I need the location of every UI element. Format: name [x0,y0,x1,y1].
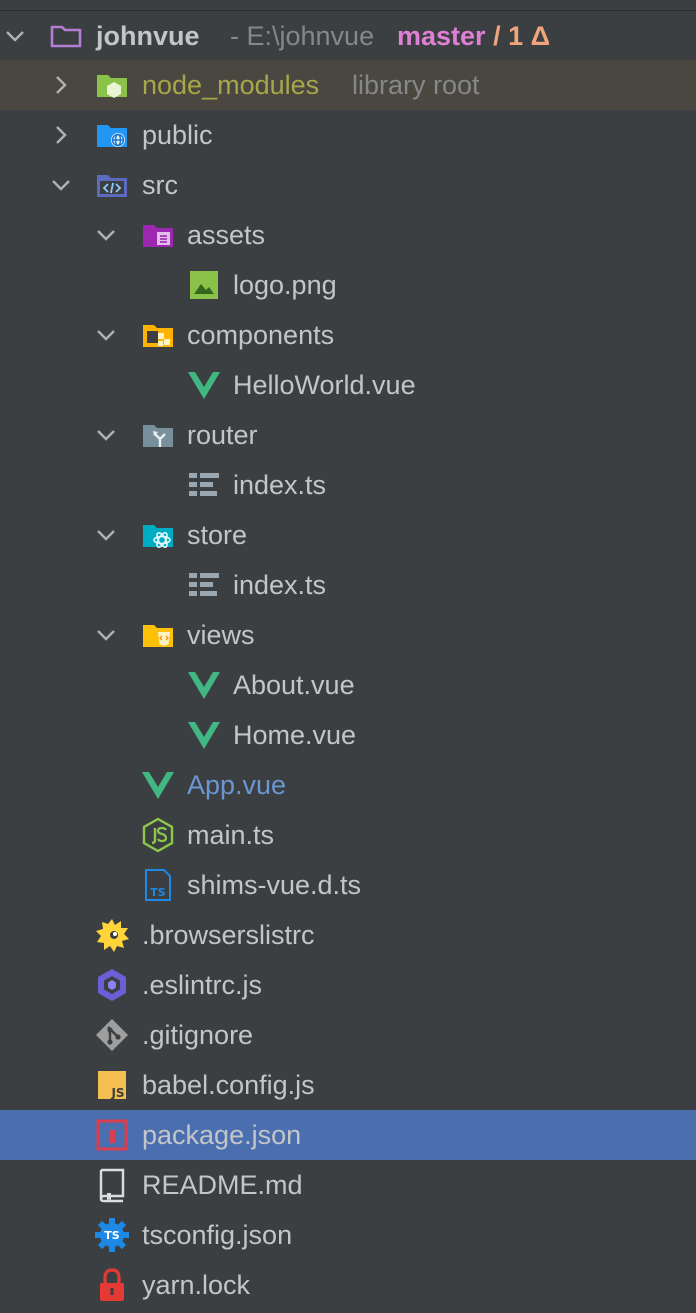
assets-label: assets [187,220,266,250]
router-folder-icon [140,417,176,453]
tree-row-assets[interactable]: assets [0,210,696,260]
src-folder-icon [94,167,130,203]
tree-row-store[interactable]: store [0,510,696,560]
node-modules-label: node_modules [142,70,320,100]
main-ts-label: main.ts [187,820,275,850]
tree-row-readme-md[interactable]: README.md [0,1160,696,1210]
tree-row-shims-vue-d-ts[interactable]: TS shims-vue.d.ts [0,860,696,910]
assets-folder-icon [140,217,176,253]
router-index-label: index.ts [233,470,327,500]
store-folder-icon [140,517,176,553]
tree-row-browserslistrc[interactable]: .browserslistrc [0,910,696,960]
browserslistrc-label: .browserslistrc [142,920,315,950]
chevron-right-icon[interactable] [50,74,72,96]
tree-row-eslintrc-js[interactable]: .eslintrc.js [0,960,696,1010]
store-index-label: index.ts [233,570,327,600]
eslintrc-label: .eslintrc.js [142,970,263,1000]
tree-row-babel-config-js[interactable]: JS babel.config.js [0,1060,696,1110]
tree-row-home-vue[interactable]: Home.vue [0,710,696,760]
readme-label: README.md [142,1170,303,1200]
tree-row-router-index-ts[interactable]: index.ts [0,460,696,510]
yarn-lock-label: yarn.lock [142,1270,251,1300]
tree-row-store-index-ts[interactable]: index.ts [0,560,696,610]
tree-row-logo-png[interactable]: logo.png [0,260,696,310]
tsconfig-gear-icon: TS [94,1217,130,1253]
svg-text:TS: TS [150,886,166,899]
tree-row-node-modules[interactable]: node_modules library root [0,60,696,110]
router-label: router [187,420,258,450]
typescript-file-icon: TS [140,867,176,903]
project-tree: johnvue - E:\johnvue master / 1 Δ node_m… [0,0,696,1313]
svg-text:JS: JS [110,1086,124,1100]
folder-icon [48,18,84,54]
tree-row-tsconfig-json[interactable]: TS tsconfig.json [0,1210,696,1260]
tree-row-project-root[interactable]: johnvue - E:\johnvue master / 1 Δ [0,10,696,60]
tree-row-helloworld-vue[interactable]: HelloWorld.vue [0,360,696,410]
public-folder-icon [94,117,130,153]
app-vue-label: App.vue [187,770,287,800]
image-file-icon [186,267,222,303]
change-count: / 1 Δ [493,21,551,51]
chevron-down-icon[interactable] [50,174,72,196]
svg-text:TS: TS [104,1229,120,1242]
library-root-hint: library root [352,70,480,100]
chevron-down-icon[interactable] [95,524,117,546]
tree-row-router[interactable]: router [0,410,696,460]
tree-row-gitignore[interactable]: .gitignore [0,1010,696,1060]
list-file-icon [186,567,222,603]
babel-config-label: babel.config.js [142,1070,315,1100]
components-folder-icon [140,317,176,353]
tsconfig-label: tsconfig.json [142,1220,293,1250]
views-label: views [187,620,255,650]
home-vue-label: Home.vue [233,720,357,750]
chevron-right-icon[interactable] [50,124,72,146]
chevron-down-icon[interactable] [95,324,117,346]
chevron-down-icon[interactable] [95,624,117,646]
git-icon [94,1017,130,1053]
vue-icon [186,717,222,753]
vue-icon [186,667,222,703]
readme-book-icon [94,1167,130,1203]
chevron-down-icon[interactable] [4,25,26,47]
chevron-down-icon[interactable] [95,224,117,246]
tree-row-public[interactable]: public [0,110,696,160]
tree-row-package-json[interactable]: package.json [0,1110,696,1160]
tree-row-app-vue[interactable]: App.vue [0,760,696,810]
chevron-down-icon[interactable] [95,424,117,446]
store-label: store [187,520,248,550]
src-label: src [142,170,178,200]
helloworld-vue-label: HelloWorld.vue [233,370,416,400]
tree-row-main-ts[interactable]: main.ts [0,810,696,860]
vue-icon [186,367,222,403]
javascript-file-icon: JS [94,1067,130,1103]
gitignore-label: .gitignore [142,1020,254,1050]
package-json-label: package.json [142,1120,302,1150]
shims-vue-label: shims-vue.d.ts [187,870,362,900]
npm-icon [94,1117,130,1153]
list-file-icon [186,467,222,503]
browserslist-icon [94,917,130,953]
public-label: public [142,120,213,150]
project-path: - E:\johnvue [230,21,375,51]
lock-icon [94,1267,130,1303]
tree-row-views[interactable]: views [0,610,696,660]
views-folder-icon [140,617,176,653]
vue-icon [140,767,176,803]
tree-row-about-vue[interactable]: About.vue [0,660,696,710]
project-name: johnvue [96,21,200,51]
about-vue-label: About.vue [233,670,355,700]
eslint-icon [94,967,130,1003]
logo-png-label: logo.png [233,270,337,300]
node-folder-icon [94,67,130,103]
git-branch: master / 1 Δ [397,11,550,61]
components-label: components [187,320,335,350]
tree-row-yarn-lock[interactable]: yarn.lock [0,1260,696,1310]
tree-row-components[interactable]: components [0,310,696,360]
tree-row-src[interactable]: src [0,160,696,210]
nodejs-icon [140,817,176,853]
branch-name: master [397,21,486,51]
